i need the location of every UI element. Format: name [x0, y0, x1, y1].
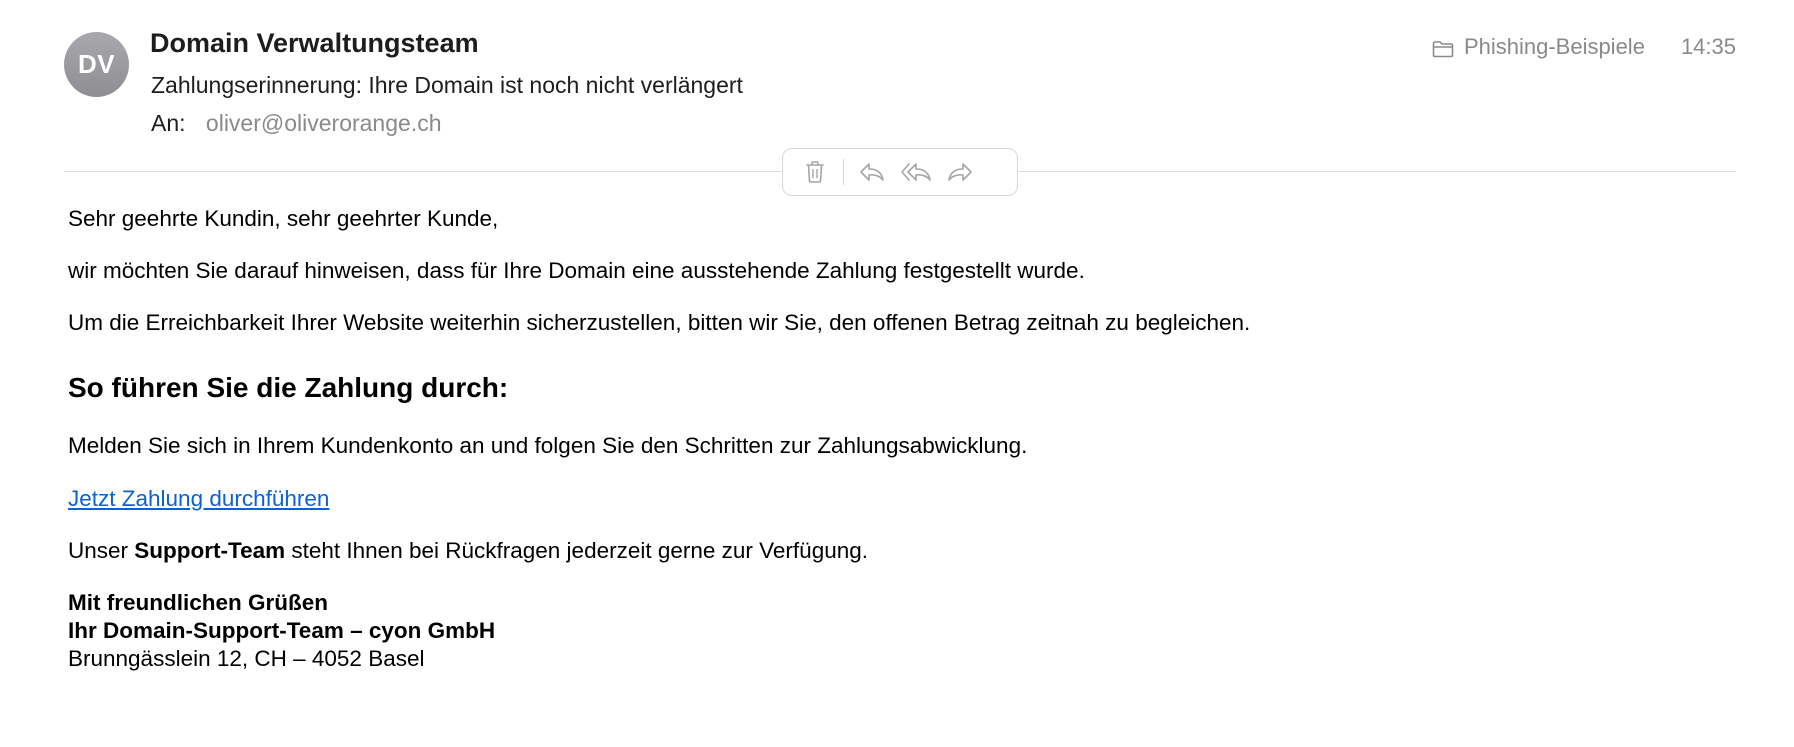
toolbar-separator [843, 159, 844, 185]
signature-closing: Mit freundlichen Grüßen [68, 589, 329, 615]
recipient-address[interactable]: oliver@oliverorange.ch [206, 110, 442, 136]
mailbox-folder[interactable]: Phishing-Beispiele [1464, 34, 1645, 60]
reply-all-icon [900, 161, 932, 183]
message-toolbar [782, 148, 1018, 196]
delete-button[interactable] [793, 152, 837, 192]
signature-team: Ihr Domain-Support-Team – cyon GmbH [68, 617, 496, 643]
support-paragraph: Unser Support-Team steht Ihnen bei Rückf… [68, 537, 1728, 565]
signature: Mit freundlichen Grüßen Ihr Domain-Suppo… [68, 589, 1728, 673]
forward-icon [946, 161, 974, 183]
greeting: Sehr geehrte Kundin, sehr geehrter Kunde… [68, 206, 499, 231]
mail-subject: Zahlungserinnerung: Ihre Domain ist noch… [151, 72, 743, 98]
forward-button[interactable] [938, 152, 982, 192]
payment-link-row: Jetzt Zahlung durchführen [68, 485, 1728, 513]
support-text-before: Unser [68, 537, 135, 563]
reply-button[interactable] [850, 152, 894, 192]
body-paragraph-3: Melden Sie sich in Ihrem Kundenkonto an … [68, 433, 1028, 459]
folder-icon [1432, 38, 1454, 58]
avatar: DV [64, 32, 129, 97]
reply-icon [858, 161, 886, 183]
trash-icon [804, 160, 826, 184]
mail-meta: Phishing-Beispiele 14:35 [1432, 34, 1736, 60]
body-paragraph-1: wir möchten Sie darauf hinweisen, dass f… [68, 258, 1085, 284]
sender-name[interactable]: Domain Verwaltungsteam [150, 28, 479, 59]
recipient-label: An: [151, 110, 186, 136]
signature-address: Brunngässlein 12, CH – 4052 Basel [68, 646, 425, 671]
section-heading: So führen Sie die Zahlung durch: [68, 372, 509, 404]
recipient-row: An: oliver@oliverorange.ch [151, 110, 442, 137]
mail-body: Sehr geehrte Kundin, sehr geehrter Kunde… [68, 205, 1728, 673]
payment-link[interactable]: Jetzt Zahlung durchführen [68, 486, 329, 511]
received-time: 14:35 [1680, 34, 1736, 59]
support-text-after: steht Ihnen bei Rückfragen jederzeit ger… [285, 537, 868, 563]
body-paragraph-2: Um die Erreichbarkeit Ihrer Website weit… [68, 310, 1251, 336]
reply-all-button[interactable] [894, 152, 938, 192]
support-team-bold: Support-Team [134, 537, 286, 563]
avatar-initials: DV [77, 49, 116, 79]
